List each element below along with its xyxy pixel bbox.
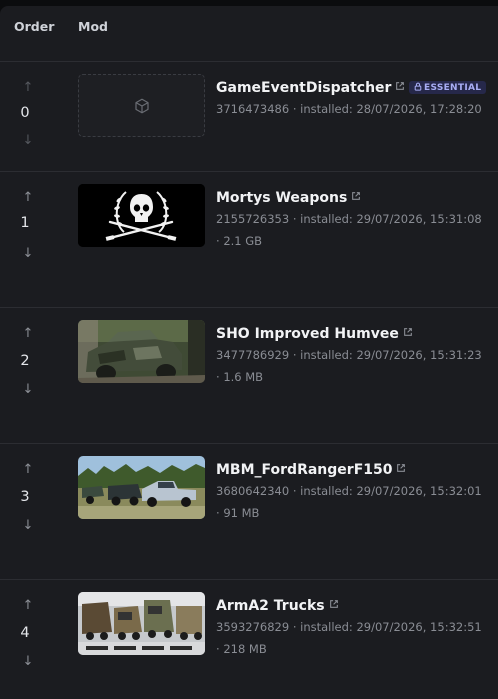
lock-icon [414,82,422,91]
order-controls: ↑ 2 ↓ [0,308,56,443]
mod-title[interactable]: SHO Improved Humvee [216,326,413,342]
mod-meta: 2155726353 · installed: 29/07/2026, 15:3… [216,212,482,226]
order-column-header[interactable]: Order [14,19,54,34]
order-number: 2 [20,353,30,369]
order-controls: ↑ 3 ↓ [0,444,56,579]
table-header: Order Mod [0,6,498,62]
move-up-icon[interactable]: ↑ [20,462,36,478]
mod-size: · 2.1 GB [216,234,263,248]
camo-humvee-photo [78,320,205,383]
move-up-icon[interactable]: ↑ [20,80,36,96]
order-controls: ↑ 1 ↓ [0,172,56,307]
move-up-icon[interactable]: ↑ [20,598,36,614]
move-down-icon[interactable]: ↓ [20,654,36,670]
badge-label: ESSENTIAL [424,83,482,93]
install-date: installed: 28/07/2026, 17:28:20 [300,102,482,116]
mod-meta: 3716473486 · installed: 28/07/2026, 17:2… [216,102,482,116]
install-date: installed: 29/07/2026, 15:32:51 [300,620,482,634]
external-link-icon[interactable] [351,191,361,201]
size-value: 1.6 MB [223,370,264,384]
mod-meta: 3593276829 · installed: 29/07/2026, 15:3… [216,620,482,634]
size-value: 2.1 GB [223,234,263,248]
mod-id: 2155726353 [216,212,290,226]
order-number: 4 [20,625,30,641]
order-number: 1 [20,215,30,231]
mod-meta: 3477786929 · installed: 29/07/2026, 15:3… [216,348,482,362]
order-number: 3 [20,489,30,505]
order-controls: ↑ 4 ↓ [0,580,56,699]
install-date: installed: 29/07/2026, 15:31:08 [300,212,482,226]
mod-id: 3477786929 [216,348,290,362]
mod-name[interactable]: ArmA2 Trucks [216,598,325,614]
table-row[interactable]: ↑ 4 ↓ ArmA2 Trucks 3593276829 · installe… [0,580,498,699]
military-trucks-collage [78,592,205,655]
table-row[interactable]: ↑ 3 ↓ MBM_FordRangerF150 3680642340 · in… [0,444,498,580]
move-up-icon[interactable]: ↑ [20,190,36,206]
external-link-icon[interactable] [403,327,413,337]
install-date: installed: 29/07/2026, 15:31:23 [300,348,482,362]
install-date: installed: 29/07/2026, 15:32:01 [300,484,482,498]
table-row[interactable]: ↑ 0 ↓ GameEventDispatcher ESSENTIAL 3716… [0,62,498,172]
table-row[interactable]: ↑ 1 ↓ Mortys Weapons 2155726353 · instal… [0,172,498,308]
mod-name[interactable]: Mortys Weapons [216,190,347,206]
mod-thumbnail [78,184,205,247]
move-down-icon[interactable]: ↓ [20,246,36,262]
mod-column-header[interactable]: Mod [78,19,108,34]
mod-title[interactable]: MBM_FordRangerF150 [216,462,406,478]
external-link-icon[interactable] [396,463,406,473]
move-down-icon[interactable]: ↓ [20,382,36,398]
size-value: 218 MB [223,642,267,656]
mod-title[interactable]: ArmA2 Trucks [216,598,339,614]
mod-thumbnail [78,74,205,137]
mod-id: 3593276829 [216,620,290,634]
mod-thumbnail [78,592,205,655]
move-down-icon[interactable]: ↓ [20,518,36,534]
mod-thumbnail [78,320,205,383]
laurel-skull-rifles-emblem [78,184,205,247]
mod-list-panel: Order Mod ↑ 0 ↓ GameEventDispatcher ESSE… [0,6,498,699]
mod-size: · 218 MB [216,642,267,656]
mod-name[interactable]: SHO Improved Humvee [216,326,399,342]
mod-title[interactable]: Mortys Weapons [216,190,361,206]
mod-name[interactable]: GameEventDispatcher [216,80,391,96]
mod-meta: 3680642340 · installed: 29/07/2026, 15:3… [216,484,482,498]
mod-id: 3680642340 [216,484,290,498]
essential-badge: ESSENTIAL [409,81,487,94]
mod-size: · 91 MB [216,506,260,520]
mod-thumbnail [78,456,205,519]
mod-title[interactable]: GameEventDispatcher [216,80,405,96]
table-row[interactable]: ↑ 2 ↓ SHO Improved Humvee 3477786929 · i… [0,308,498,444]
move-down-icon[interactable]: ↓ [20,133,36,149]
pickup-trucks-field-photo [78,456,205,519]
order-number: 0 [20,105,30,121]
external-link-icon[interactable] [329,599,339,609]
move-up-icon[interactable]: ↑ [20,326,36,342]
mod-size: · 1.6 MB [216,370,264,384]
size-value: 91 MB [223,506,260,520]
mod-id: 3716473486 [216,102,290,116]
placeholder-cube-icon [134,98,149,113]
mod-name[interactable]: MBM_FordRangerF150 [216,462,392,478]
order-controls: ↑ 0 ↓ [0,62,56,171]
external-link-icon[interactable] [395,81,405,91]
